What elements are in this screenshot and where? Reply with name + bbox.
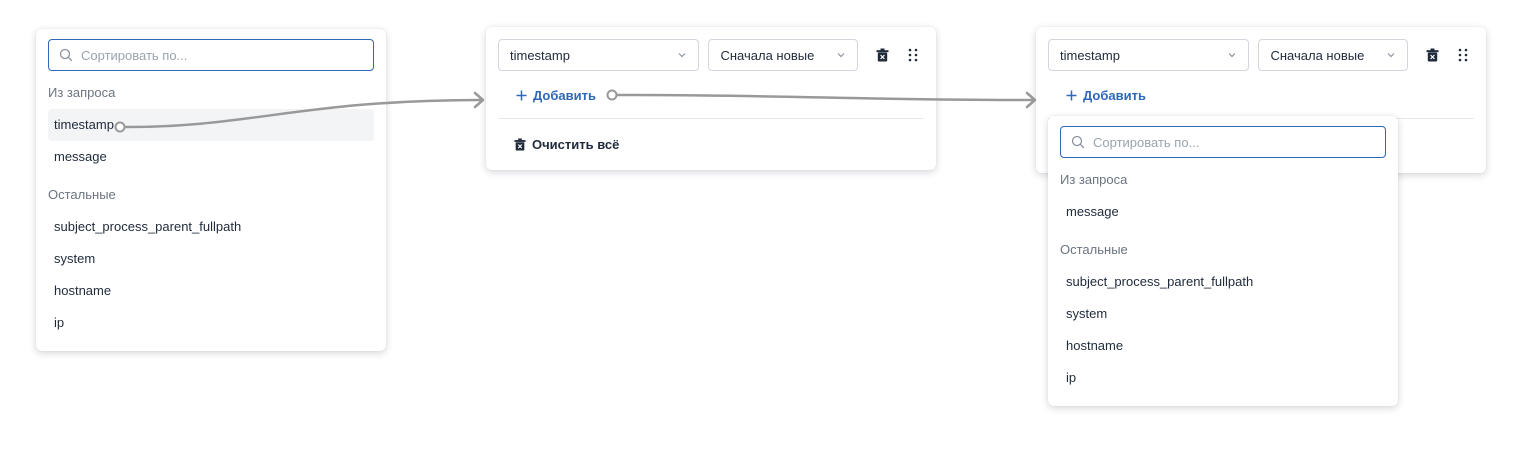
drag-handle-icon: [908, 48, 918, 62]
drag-handle-icon: [1458, 48, 1468, 62]
drag-handle[interactable]: [902, 44, 924, 66]
trash-icon: [1426, 48, 1439, 62]
sort-rule-row: timestamp Сначала новые: [1048, 39, 1474, 71]
list-item-ip[interactable]: ip: [48, 307, 374, 339]
search-input[interactable]: [1093, 134, 1375, 150]
list-item-hostname[interactable]: hostname: [1060, 330, 1386, 362]
sort-order-value: Сначала новые: [1270, 47, 1365, 63]
list-item-timestamp[interactable]: timestamp: [48, 109, 374, 141]
add-sort-label: Добавить: [533, 87, 596, 103]
plus-icon: [1066, 90, 1077, 100]
sort-panel: timestamp Сначала новые Добавить Очистит…: [486, 27, 936, 170]
drag-handle[interactable]: [1452, 44, 1474, 66]
section-label-query: Из запроса: [1060, 172, 1128, 187]
sort-field-value: timestamp: [510, 47, 570, 63]
sort-order-value: Сначала новые: [720, 47, 815, 63]
chevron-down-icon: [1229, 53, 1236, 58]
divider: [498, 117, 924, 119]
list-item-subject-process-parent-fullpath[interactable]: subject_process_parent_fullpath: [48, 211, 374, 243]
list-item-message[interactable]: message: [48, 141, 374, 173]
sort-field-select[interactable]: timestamp: [1048, 39, 1250, 71]
clear-all-label: Очистить всё: [532, 137, 620, 152]
section-label-other: Остальные: [48, 187, 116, 202]
list-item-hostname[interactable]: hostname: [48, 275, 374, 307]
search-input[interactable]: [81, 47, 363, 63]
sort-order-select[interactable]: Сначала новые: [708, 39, 859, 71]
trash-icon: [514, 138, 526, 151]
search-field[interactable]: [1060, 126, 1386, 158]
section-label-other: Остальные: [1060, 242, 1128, 257]
sort-field-dropdown: Из запроса timestamp message Остальные s…: [36, 29, 386, 351]
add-sort-button[interactable]: Добавить: [516, 85, 596, 105]
list-item-subject-process-parent-fullpath[interactable]: subject_process_parent_fullpath: [1060, 266, 1386, 298]
list-item-system[interactable]: system: [1060, 298, 1386, 330]
trash-icon: [876, 48, 889, 62]
section-label-query: Из запроса: [48, 85, 116, 100]
sort-rule-row: timestamp Сначала новые: [498, 39, 924, 71]
search-icon: [1071, 135, 1085, 149]
search-icon: [59, 48, 73, 62]
sort-field-value: timestamp: [1060, 47, 1120, 63]
add-sort-label: Добавить: [1083, 87, 1146, 103]
sort-field-select[interactable]: timestamp: [498, 39, 700, 71]
chevron-down-icon: [679, 53, 686, 58]
add-sort-button[interactable]: Добавить: [1066, 85, 1146, 105]
list-item-ip[interactable]: ip: [1060, 362, 1386, 394]
sort-order-select[interactable]: Сначала новые: [1258, 39, 1409, 71]
sort-field-dropdown: Из запроса message Остальные subject_pro…: [1048, 116, 1398, 406]
delete-rule-button[interactable]: [1421, 44, 1443, 66]
search-field[interactable]: [48, 39, 374, 71]
chevron-down-icon: [1387, 53, 1395, 58]
list-item-message[interactable]: message: [1060, 196, 1386, 228]
clear-all-button[interactable]: Очистить всё: [514, 135, 619, 155]
list-item-system[interactable]: system: [48, 243, 374, 275]
delete-rule-button[interactable]: [871, 44, 893, 66]
chevron-down-icon: [837, 53, 845, 58]
plus-icon: [516, 90, 527, 100]
